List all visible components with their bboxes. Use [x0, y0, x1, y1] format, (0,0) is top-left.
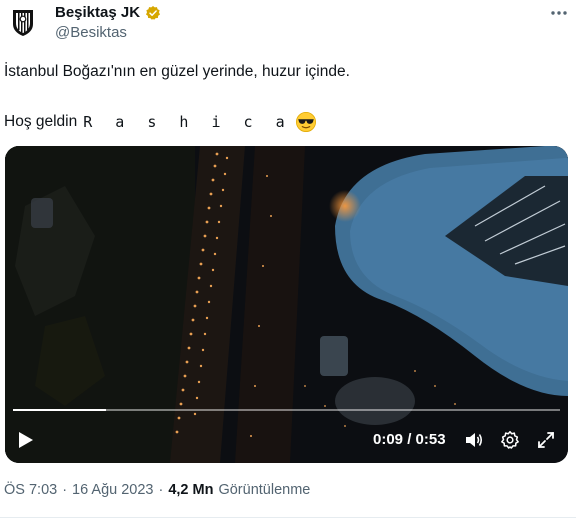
view-count-label: Görüntülenme [218, 482, 311, 498]
fullscreen-icon[interactable] [535, 429, 557, 451]
video-current-time: 0:09 [373, 431, 404, 448]
account-handle[interactable]: @Besiktas [55, 24, 127, 41]
avatar[interactable] [5, 4, 41, 40]
video-frame [5, 146, 568, 463]
tweet-meta: ÖS 7:03 · 16 Ağu 2023 · 4,2 Mn Görüntüle… [4, 482, 310, 498]
more-options-icon[interactable] [548, 4, 570, 22]
video-time-separator: / [407, 431, 412, 448]
video-progress-fill [13, 409, 106, 411]
settings-gear-icon[interactable] [499, 429, 521, 451]
player-name-text: R a s h i c a [83, 113, 292, 131]
divider [0, 517, 576, 518]
play-icon[interactable] [15, 429, 37, 451]
video-duration: 0:53 [415, 431, 446, 448]
sunglasses-emoji-icon [295, 112, 316, 132]
meta-separator-dot: · [158, 482, 164, 498]
tweet-text-line2: Hoş geldin R a s h i c a [4, 111, 317, 133]
tweet-text-line1: İstanbul Boğazı'nın en güzel yerinde, hu… [4, 63, 350, 80]
besiktas-logo-icon [13, 10, 33, 36]
welcome-text: Hoş geldin [4, 113, 78, 130]
verified-badge-icon [146, 5, 161, 20]
video-progress-bar[interactable] [13, 409, 560, 411]
volume-icon[interactable] [463, 429, 485, 451]
tweet-time[interactable]: ÖS 7:03 [4, 482, 57, 498]
meta-separator-dot: · [62, 482, 68, 498]
video-time-display: 0:09 / 0:53 [373, 431, 446, 448]
tweet-date[interactable]: 16 Ağu 2023 [72, 482, 153, 498]
view-count: 4,2 Mn [168, 482, 214, 498]
video-player[interactable]: 0:09 / 0:53 [5, 146, 568, 463]
account-name[interactable]: Beşiktaş JK [55, 4, 140, 21]
